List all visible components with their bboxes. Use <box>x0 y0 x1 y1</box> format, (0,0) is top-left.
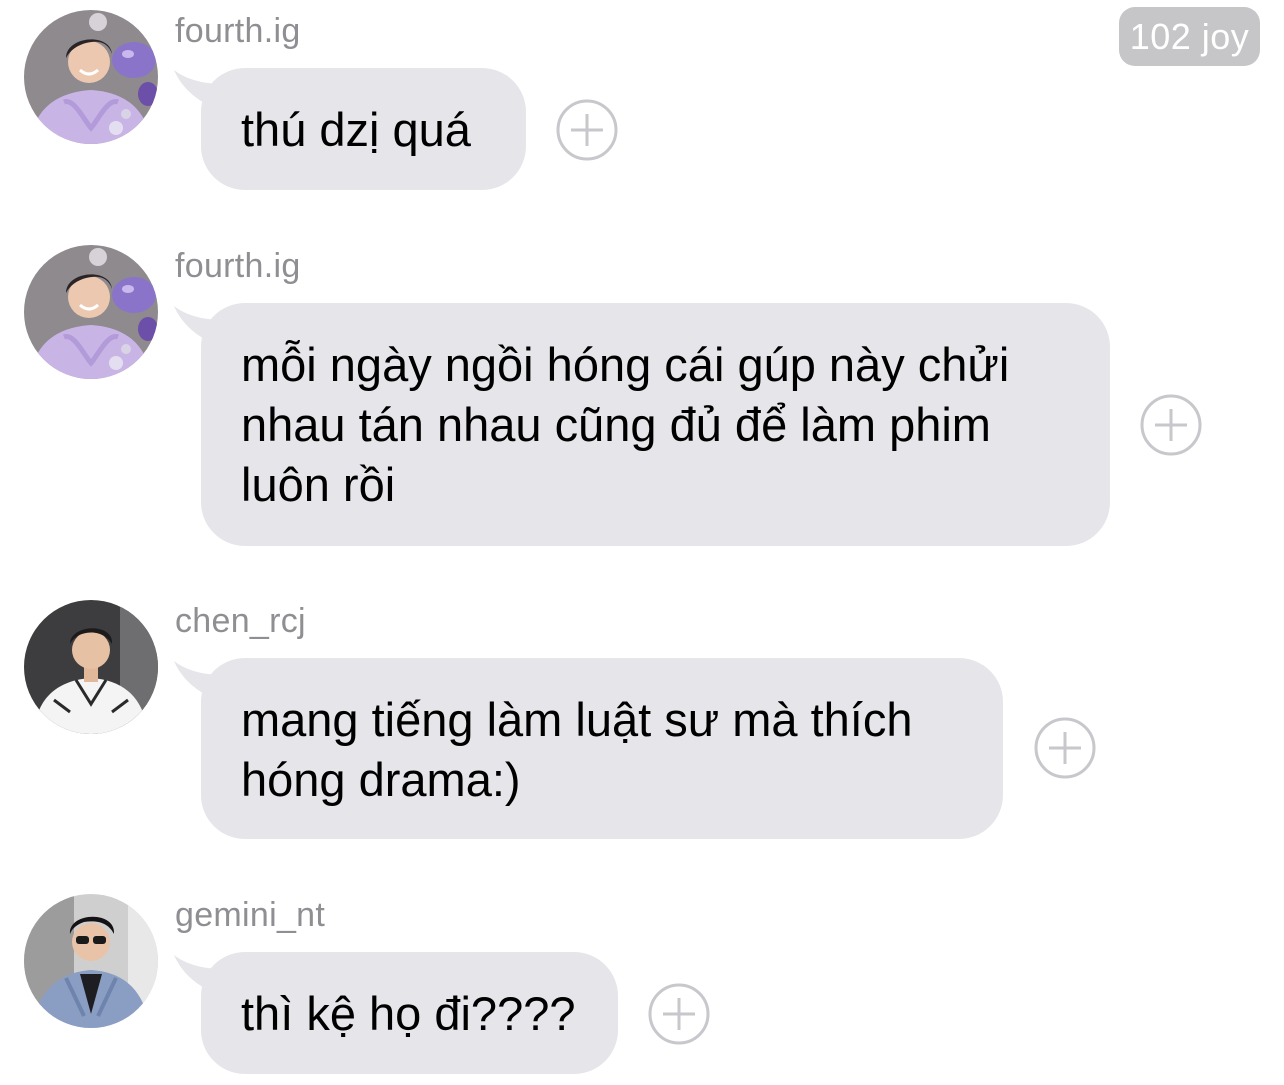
add-reaction-icon[interactable] <box>648 983 710 1045</box>
username[interactable]: chen_rcj <box>175 602 306 641</box>
add-reaction-icon[interactable] <box>1140 394 1202 456</box>
add-reaction-icon[interactable] <box>1034 717 1096 779</box>
avatar[interactable] <box>24 600 158 734</box>
message-bubble[interactable]: thú dzị quá <box>201 68 526 190</box>
message-text-line: mỗi ngày ngồi hóng cái gúp này chửi <box>241 338 1010 391</box>
username[interactable]: fourth.ig <box>175 247 301 286</box>
username[interactable]: fourth.ig <box>175 12 301 51</box>
message-bubble[interactable]: mỗi ngày ngồi hóng cái gúp này chửi nhau… <box>201 303 1110 546</box>
user-avatar-purple-hoodie-icon <box>24 10 158 144</box>
message-bubble[interactable]: thì kệ họ đi???? <box>201 952 618 1074</box>
message-bubble[interactable]: mang tiếng làm luật sư mà thích hóng dra… <box>201 658 1003 839</box>
avatar[interactable] <box>24 894 158 1028</box>
add-reaction-icon[interactable] <box>556 99 618 161</box>
avatar[interactable] <box>24 10 158 144</box>
message-text-line: nhau tán nhau cũng đủ để làm phim <box>241 398 991 451</box>
message-text-line: luôn rồi <box>241 458 396 511</box>
avatar[interactable] <box>24 245 158 379</box>
message-text-line: mang tiếng làm luật sư mà thích <box>241 693 913 746</box>
joy-count-badge[interactable]: 102 joy <box>1119 7 1260 66</box>
user-avatar-purple-hoodie-icon <box>24 245 158 379</box>
username[interactable]: gemini_nt <box>175 896 325 935</box>
user-avatar-blue-suit-icon <box>24 894 158 1028</box>
message-text: thì kệ họ đi???? <box>241 987 576 1040</box>
message-text: thú dzị quá <box>241 103 471 156</box>
user-avatar-white-shirt-icon <box>24 600 158 734</box>
message-text-line: hóng drama:) <box>241 753 521 806</box>
